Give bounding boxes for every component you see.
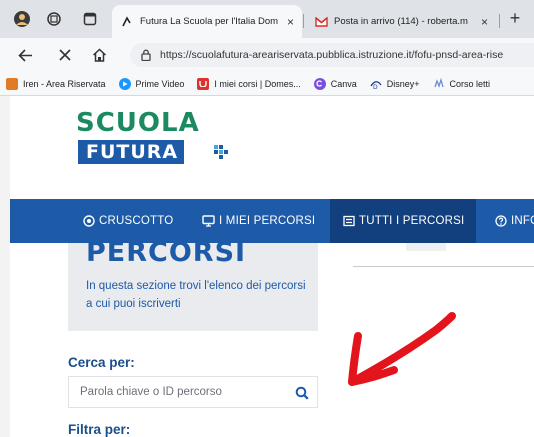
bookmark-corso[interactable]: Corso letti [433, 77, 491, 90]
bookmark-label: I miei corsi | Domes... [214, 78, 301, 89]
search-placeholder: Parola chiave o ID percorso [80, 386, 222, 398]
tab-gmail[interactable]: Posta in arrivo (114) - roberta.m × [306, 5, 496, 38]
bookmark-icon [433, 77, 445, 90]
nav-item-label: TUTTI I PERCORSI [359, 215, 465, 227]
dashboard-icon [82, 215, 95, 228]
nav-item-tutti-i-percorsi[interactable]: TUTTI I PERCORSI [330, 199, 477, 243]
logo-line-2: FUTURA [78, 140, 185, 164]
tab-title: Futura La Scuola per l'Italia Dom [140, 16, 279, 27]
browser-toolbar: https://scuolafutura-areariservata.pubbl… [0, 38, 534, 72]
new-tab-button[interactable]: + [506, 8, 524, 28]
bookmark-label: Iren - Area Riservata [23, 78, 106, 89]
back-arrow-icon[interactable] [16, 46, 34, 64]
udemy-icon [197, 77, 210, 90]
bookmarks-bar: Iren - Area Riservata Prime Video I miei… [0, 72, 534, 96]
search-label: Cerca per: [68, 355, 135, 370]
help-icon [494, 215, 507, 228]
logo-dots-icon [214, 145, 228, 159]
canva-icon [313, 77, 326, 90]
tab-divider [499, 14, 500, 28]
tab-scuola-futura[interactable]: Futura La Scuola per l'Italia Dom × [112, 5, 302, 38]
percorsi-intro-card: PERCORSI In questa sezione trovi l'elenc… [68, 237, 318, 331]
tab-actions-icon[interactable] [80, 9, 100, 29]
gmail-icon [314, 15, 328, 29]
disney-icon: D [370, 78, 382, 90]
bookmark-label: Prime Video [135, 78, 185, 89]
profile-avatar-icon[interactable] [12, 9, 32, 29]
page-title: PERCORSI [86, 237, 247, 268]
tab-title: Posta in arrivo (114) - roberta.m [334, 16, 468, 27]
page-left-margin [0, 96, 10, 437]
search-input[interactable]: Parola chiave o ID percorso [68, 376, 318, 408]
results-header-placeholder [406, 243, 446, 251]
nav-item-label: INFO [511, 215, 534, 227]
scuola-futura-logo[interactable]: SCUOLA FUTURA [76, 108, 236, 168]
bookmark-label: Canva [330, 78, 357, 89]
address-bar[interactable]: https://scuolafutura-areariservata.pubbl… [130, 43, 534, 67]
browser-tab-strip: Futura La Scuola per l'Italia Dom × Post… [0, 0, 534, 38]
workspaces-icon[interactable] [44, 9, 64, 29]
prime-video-icon [118, 77, 131, 90]
tab-divider [303, 14, 304, 28]
home-icon[interactable] [90, 46, 108, 64]
svg-text:D: D [373, 84, 378, 90]
nav-item-label: I MIEI PERCORSI [219, 215, 316, 227]
lock-icon[interactable] [140, 49, 152, 62]
bookmark-iren[interactable]: Iren - Area Riservata [6, 77, 106, 90]
monitor-icon [202, 215, 215, 228]
section-description: In questa sezione trovi l'elenco dei per… [86, 280, 306, 310]
bookmark-prime-video[interactable]: Prime Video [118, 77, 185, 90]
stop-loading-icon[interactable] [56, 46, 74, 64]
close-tab-icon[interactable]: × [481, 15, 488, 29]
list-icon [342, 215, 355, 228]
bookmark-udemy[interactable]: I miei corsi | Domes... [197, 77, 301, 90]
nav-item-label: CRUSCOTTO [99, 215, 174, 227]
bookmark-canva[interactable]: Canva [313, 77, 357, 90]
scuola-futura-favicon-icon [120, 15, 134, 29]
bookmark-label: Disney+ [386, 78, 420, 89]
nav-item-info[interactable]: INFO [494, 199, 534, 243]
logo-line-1: SCUOLA [76, 108, 200, 138]
url-text: https://scuolafutura-areariservata.pubbl… [160, 49, 504, 61]
iren-icon [6, 77, 18, 90]
close-tab-icon[interactable]: × [287, 15, 294, 29]
bookmark-disney[interactable]: D Disney+ [370, 78, 420, 90]
results-divider [353, 266, 534, 267]
bookmark-label: Corso letti [449, 78, 491, 89]
filter-label: Filtra per: [68, 422, 131, 437]
search-icon[interactable] [295, 386, 309, 400]
